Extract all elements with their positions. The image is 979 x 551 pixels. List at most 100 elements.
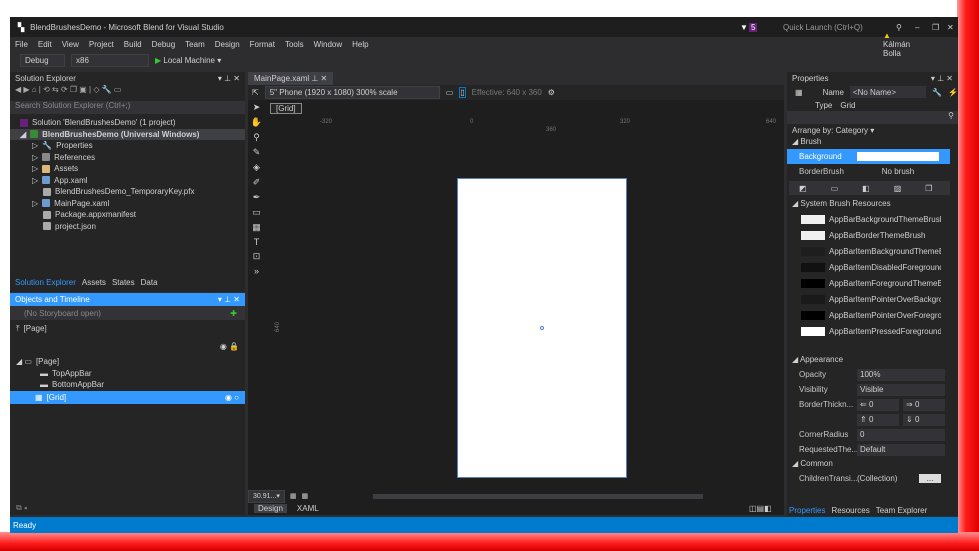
border-left-input[interactable]: ⇐ 0 (857, 398, 899, 411)
grid-toggle-icon[interactable]: ▦ (290, 492, 297, 500)
tree-item[interactable]: ▷ References (10, 152, 245, 164)
restore-button[interactable]: ❐ (932, 23, 939, 32)
minimize-button[interactable]: – (915, 23, 919, 32)
name-input[interactable]: <No Name> (849, 86, 927, 98)
zoom-tool-icon[interactable]: ⚲ (253, 132, 260, 143)
run-button[interactable]: ▶ Local Machine ▾ (155, 56, 221, 65)
tree-item[interactable]: ▬ BottomAppBar (10, 379, 245, 391)
tab-properties[interactable]: Properties (789, 506, 825, 515)
platform-select[interactable]: x86 (71, 53, 149, 67)
system-brush-resources[interactable]: ◢ System Brush Resources (787, 197, 958, 211)
split-view-icons[interactable]: ◫▤◧ (749, 504, 772, 513)
arrange-select[interactable]: Arrange by: Category ▾ (787, 124, 958, 137)
solution-toolbar[interactable]: ◀ ▶ ⌂ | ⟲ ⇆ ⟳ ❐ ▣ | ◇ 🔧 ▭ (10, 85, 245, 101)
eyedropper-icon[interactable]: ✎ (253, 147, 261, 158)
tree-item[interactable]: Solution 'BlendBrushesDemo' (1 project) (10, 117, 245, 129)
tree-item[interactable]: BlendBrushesDemo_TemporaryKey.pfx (10, 186, 245, 198)
device-select[interactable]: 5" Phone (1920 x 1080) 300% scale (264, 86, 440, 99)
arrow-tool-icon[interactable]: ➤ (253, 102, 261, 113)
tab-design[interactable]: Design (254, 503, 287, 513)
opacity-input[interactable]: 100% (857, 368, 945, 381)
border-bottom-input[interactable]: ⇓ 0 (903, 413, 945, 426)
panel-controls[interactable]: ▾ ⊥ ✕ (218, 74, 240, 83)
events-icon[interactable]: ⚡ (948, 88, 958, 97)
tree-item[interactable]: ▬ TopAppBar (10, 368, 245, 380)
brush-icon[interactable]: ✐ (253, 177, 261, 188)
panel-controls[interactable]: ▾ ⊥ ✕ (218, 295, 240, 304)
brush-resource-item[interactable]: AppBarBackgroundThemeBrush (787, 211, 958, 227)
scope-item[interactable]: ⤒ [Page] (10, 323, 245, 335)
collection-button[interactable]: ... (919, 474, 941, 483)
menu-team[interactable]: Team (185, 40, 205, 49)
scroll-footer[interactable]: ⧉ ◂ (16, 503, 27, 513)
close-button[interactable]: ✕ (947, 23, 954, 32)
tree-item[interactable]: ▷ 🔧 Properties (10, 140, 245, 152)
quick-launch-input[interactable]: Quick Launch (Ctrl+Q) (783, 23, 888, 32)
text-tool-icon[interactable]: T (254, 237, 260, 247)
border-top-input[interactable]: ⇑ 0 (857, 413, 899, 426)
landscape-button[interactable]: ▭ (446, 88, 454, 97)
borderbrush-property[interactable]: BorderBrush No brush (787, 164, 958, 179)
more-tools-icon[interactable]: » (254, 266, 259, 276)
center-handle[interactable] (540, 326, 544, 330)
menu-build[interactable]: Build (124, 40, 142, 49)
menu-format[interactable]: Format (250, 40, 275, 49)
menu-design[interactable]: Design (215, 40, 240, 49)
visibility-select[interactable]: Visible (857, 383, 945, 396)
pen-icon[interactable]: ✒ (253, 192, 261, 203)
section-common[interactable]: ◢ Common (787, 457, 958, 471)
tree-item[interactable]: ▷ Assets (10, 163, 245, 175)
menu-tools[interactable]: Tools (285, 40, 304, 49)
notification-badge[interactable]: 5 (749, 22, 758, 32)
menu-edit[interactable]: Edit (38, 40, 52, 49)
brush-resource-item[interactable]: AppBarItemDisabledForegroundThemeBrush (787, 259, 958, 275)
tab-data[interactable]: Data (141, 278, 158, 287)
snap-icon[interactable]: ▦ (302, 492, 309, 500)
tree-item[interactable]: Package.appxmanifest (10, 209, 245, 221)
property-search[interactable]: ⚲ (787, 111, 958, 124)
brush-resource-item[interactable]: AppBarItemPointerOverForegroundThemeBrus… (787, 307, 958, 323)
search-input[interactable]: Search Solution Explorer (Ctrl+;) (10, 101, 245, 114)
brush-resource-item[interactable]: AppBarItemPointerOverBackgroundThemeBrus… (787, 291, 958, 307)
tree-item[interactable]: project.json (10, 221, 245, 233)
portrait-button[interactable]: ▯ (459, 87, 466, 98)
artboard[interactable]: 640 (275, 178, 627, 478)
zoom-select[interactable]: 30.91... ▾ (248, 489, 285, 503)
wrench-icon[interactable]: 🔧 (932, 88, 942, 97)
tab-assets[interactable]: Assets (82, 278, 106, 287)
tree-item[interactable]: ◢ ▭ [Page] (10, 356, 245, 368)
tab-mainpage[interactable]: MainPage.xaml ⊥ ✕ (248, 72, 334, 85)
tab-solution-explorer[interactable]: Solution Explorer (15, 278, 76, 287)
breadcrumb[interactable]: [Grid] (270, 103, 302, 114)
menu-debug[interactable]: Debug (152, 40, 176, 49)
config-select[interactable]: Debug (20, 53, 65, 67)
brush-resource-item[interactable]: AppBarItemPressedForegroundThemeBrush (787, 323, 958, 339)
tab-states[interactable]: States (112, 278, 135, 287)
visibility-lock-icons[interactable]: ◉ 🔒 (10, 341, 245, 353)
tree-item[interactable]: ▷ App.xaml (10, 175, 245, 187)
menu-file[interactable]: File (15, 40, 28, 49)
brush-resource-item[interactable]: AppBarItemForegroundThemeBrush (787, 275, 958, 291)
border-right-input[interactable]: ⇒ 0 (903, 398, 945, 411)
tree-item[interactable]: ◢ BlendBrushesDemo (Universal Windows) (10, 128, 245, 140)
background-property[interactable]: Background (787, 149, 950, 164)
select-tool-icon[interactable]: ⇱ (252, 88, 259, 97)
brush-resource-item[interactable]: AppBarBorderThemeBrush (787, 227, 958, 243)
requested-theme-select[interactable]: Default (857, 443, 945, 456)
scroll-bar[interactable] (373, 493, 704, 499)
rectangle-tool-icon[interactable]: ▭ (252, 207, 261, 218)
pan-tool-icon[interactable]: ✋ (251, 117, 262, 128)
brush-resource-item[interactable]: AppBarItemBackgroundThemeBrush (787, 243, 958, 259)
user-account[interactable]: ▲ Kálmán Bolla (883, 31, 910, 58)
add-storyboard-icon[interactable]: ✚ (230, 309, 237, 318)
section-brush[interactable]: ◢ Brush (787, 137, 958, 149)
tab-xaml[interactable]: XAML (297, 504, 319, 513)
tree-item-selected[interactable]: ▦ [Grid] ◉ ○ (10, 390, 245, 404)
corner-radius-input[interactable]: 0 (857, 428, 945, 441)
menu-help[interactable]: Help (352, 40, 368, 49)
tab-resources[interactable]: Resources (831, 506, 869, 515)
menu-view[interactable]: View (62, 40, 79, 49)
grid-tool-icon[interactable]: ▦ (252, 222, 261, 233)
control-tool-icon[interactable]: ⊡ (253, 251, 261, 262)
tree-item[interactable]: ▷ MainPage.xaml (10, 198, 245, 210)
